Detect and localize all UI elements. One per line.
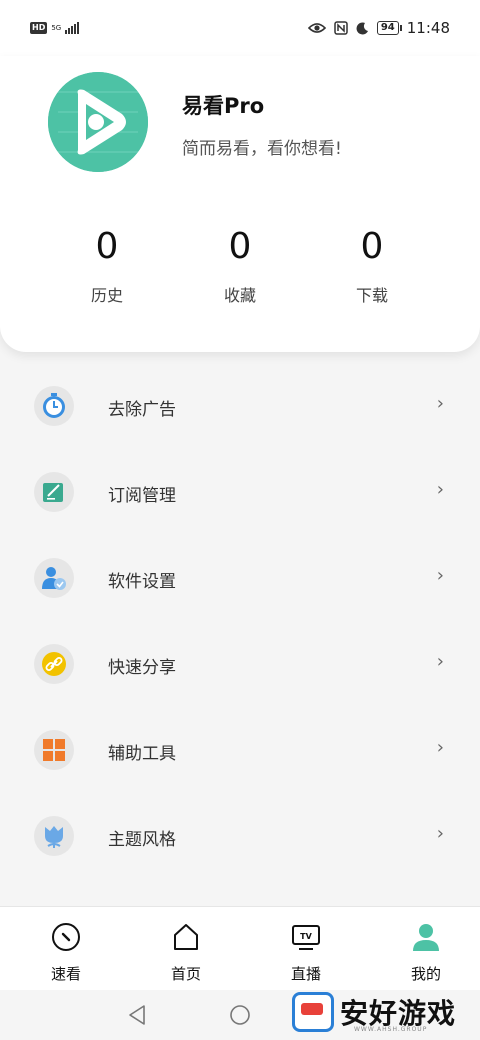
nfc-icon xyxy=(334,21,348,35)
stat-label: 下载 xyxy=(355,286,388,305)
signal-icon xyxy=(65,22,80,34)
app-logo[interactable] xyxy=(48,72,148,172)
edit-note-icon xyxy=(34,472,74,512)
watermark-subtext: WWW.AHSH.GROUP xyxy=(354,1026,428,1033)
app-slogan: 简而易看，看你想看! xyxy=(182,139,342,159)
nav-label: 速看 xyxy=(50,965,81,983)
hd-badge: HD xyxy=(30,22,48,34)
stat-value: 0 xyxy=(360,226,384,267)
chevron-right-icon: › xyxy=(436,737,444,758)
chevron-right-icon: › xyxy=(436,479,444,500)
menu-item-label: 主题风格 xyxy=(108,830,176,850)
stats-row: 0 历史 0 收藏 0 下载 xyxy=(0,226,480,316)
status-time: 11:48 xyxy=(406,19,450,37)
back-icon[interactable] xyxy=(126,1004,148,1026)
status-bar: HD 5G 94 11:48 xyxy=(0,0,480,56)
tulip-icon xyxy=(34,816,74,856)
network-type: 5G xyxy=(51,23,62,32)
status-right: 94 11:48 xyxy=(307,19,450,37)
menu-item-theme[interactable]: 主题风格 › xyxy=(0,794,480,880)
stat-label: 收藏 xyxy=(223,286,256,305)
home-icon xyxy=(146,921,226,953)
chevron-right-icon: › xyxy=(436,565,444,586)
menu-item-label: 去除广告 xyxy=(108,400,176,420)
battery-icon: 94 xyxy=(376,21,402,35)
nav-label: 我的 xyxy=(410,965,441,983)
user-settings-icon xyxy=(34,558,74,598)
nav-label: 直播 xyxy=(290,965,321,983)
menu-item-label: 软件设置 xyxy=(108,572,176,592)
bottom-nav: 速看 首页 TV 直播 我的 xyxy=(0,906,480,990)
stat-label: 历史 xyxy=(90,286,123,305)
menu-item-remove-ads[interactable]: 去除广告 › xyxy=(0,364,480,450)
watermark-logo-icon xyxy=(292,992,334,1032)
dial-icon xyxy=(26,921,106,953)
link-icon xyxy=(34,644,74,684)
stat-history[interactable]: 0 历史 xyxy=(47,226,167,306)
watermark: 安好游戏 WWW.AHSH.GROUP xyxy=(292,986,480,1038)
menu-item-subscriptions[interactable]: 订阅管理 › xyxy=(0,450,480,536)
menu-item-label: 快速分享 xyxy=(108,658,176,678)
chevron-right-icon: › xyxy=(436,823,444,844)
clock-icon xyxy=(34,386,74,426)
status-left: HD 5G xyxy=(30,22,80,34)
nav-item-quick[interactable]: 速看 xyxy=(26,921,106,984)
stat-value: 0 xyxy=(228,226,252,267)
menu-item-label: 订阅管理 xyxy=(108,486,176,506)
nav-item-live[interactable]: TV 直播 xyxy=(266,921,346,984)
nav-item-home[interactable]: 首页 xyxy=(146,921,226,984)
play-logo-icon xyxy=(48,72,148,172)
menu-item-tools[interactable]: 辅助工具 › xyxy=(0,708,480,794)
menu-item-share[interactable]: 快速分享 › xyxy=(0,622,480,708)
stat-downloads[interactable]: 0 下载 xyxy=(312,226,432,306)
app-name: 易看Pro xyxy=(182,94,265,118)
menu-item-settings[interactable]: 软件设置 › xyxy=(0,536,480,622)
tv-icon: TV xyxy=(266,921,346,953)
profile-card: 易看Pro 简而易看，看你想看! 0 历史 0 收藏 0 下载 xyxy=(0,56,480,352)
nav-label: 首页 xyxy=(170,965,201,983)
stat-favorites[interactable]: 0 收藏 xyxy=(180,226,300,306)
chevron-right-icon: › xyxy=(436,651,444,672)
moon-icon xyxy=(356,21,368,34)
svg-text:TV: TV xyxy=(300,932,312,941)
home-circle-icon[interactable] xyxy=(229,1004,251,1026)
nav-item-mine[interactable]: 我的 xyxy=(386,921,466,984)
chevron-right-icon: › xyxy=(436,393,444,414)
stat-value: 0 xyxy=(95,226,119,267)
grid-icon xyxy=(34,730,74,770)
eye-icon xyxy=(307,23,326,33)
menu-item-label: 辅助工具 xyxy=(108,744,176,764)
person-icon xyxy=(386,921,466,953)
